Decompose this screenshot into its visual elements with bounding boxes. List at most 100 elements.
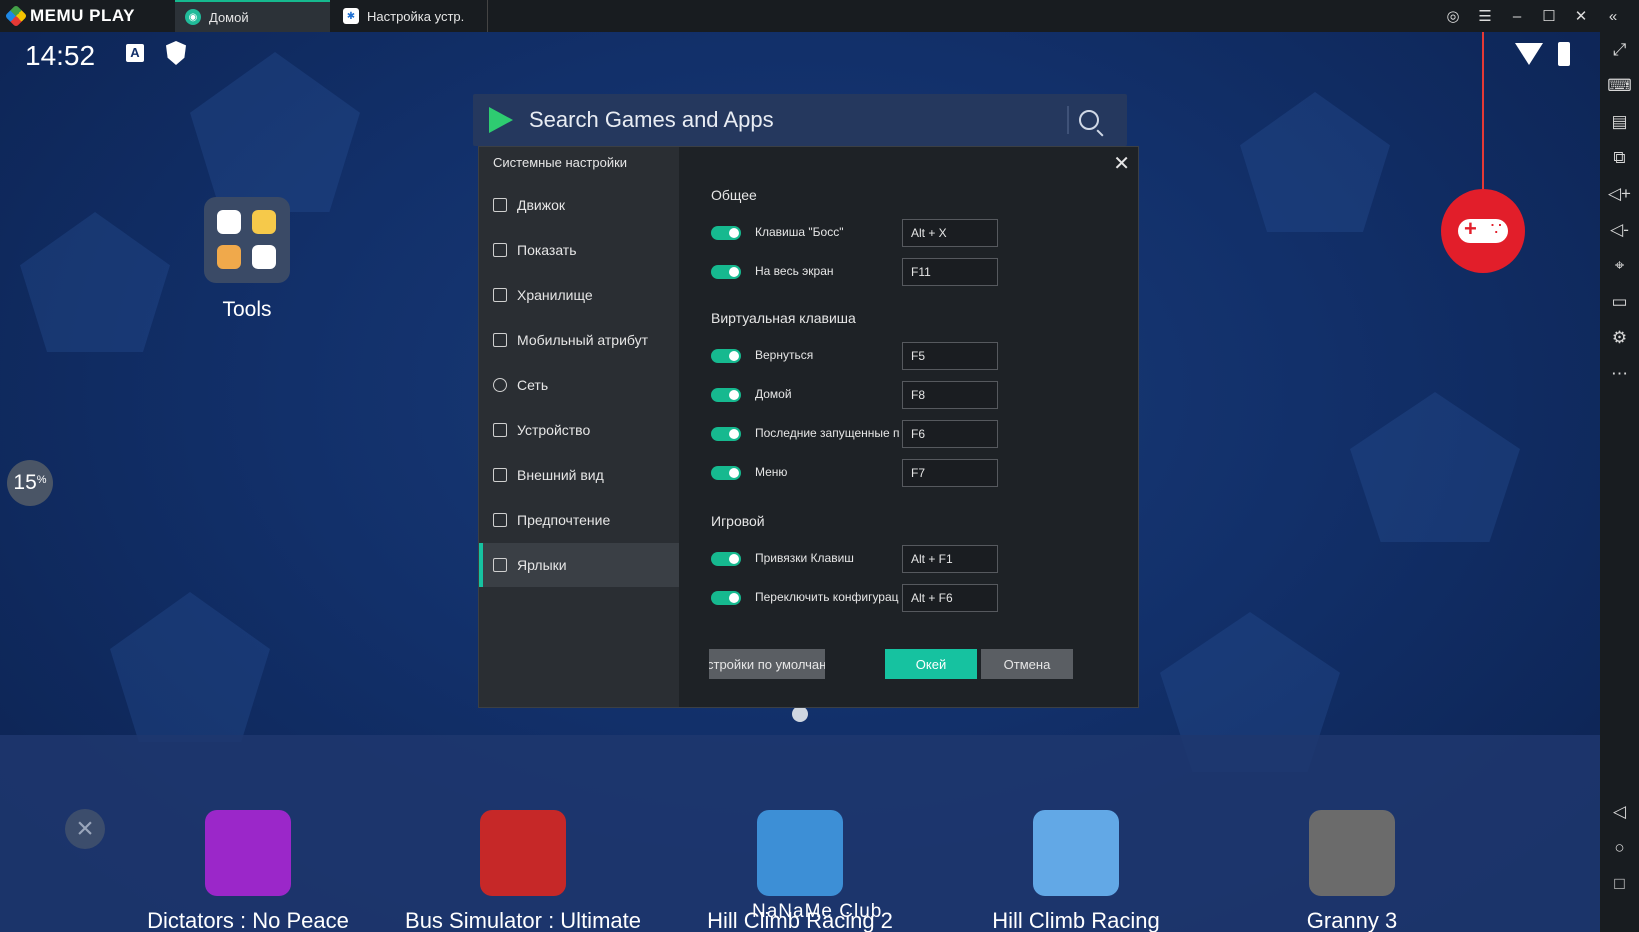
section-title-virtual-keys: Виртуальная клавиша [711, 310, 856, 326]
shortcut-row-home: Домой [711, 381, 1011, 409]
app-bus-simulator[interactable]: Bus Simulator : Ultimate [393, 810, 653, 932]
nav-label: Хранилище [517, 287, 593, 303]
app-label: Dictators : No Peace [147, 908, 349, 932]
toggle-switch[interactable] [711, 552, 741, 566]
account-icon[interactable]: ◎ [1437, 7, 1469, 25]
tab-home[interactable]: ◉ Домой [175, 0, 330, 32]
nav-label: Предпочтение [517, 512, 611, 528]
status-time: 14:52 [25, 40, 96, 71]
shortcut-input[interactable] [902, 381, 998, 409]
tag-icon [493, 333, 507, 347]
bg-shape [1240, 92, 1390, 232]
shortcut-input[interactable] [902, 219, 998, 247]
restore-defaults-button[interactable]: стройки по умолчани [709, 649, 825, 679]
tab-settings[interactable]: ✱ Настройка устр. [333, 0, 488, 32]
folder-icon[interactable]: ▭ [1600, 292, 1639, 312]
shortcut-label: На весь экран [755, 264, 834, 278]
multi-window-icon[interactable]: ⧉ [1600, 148, 1639, 168]
keyboard-icon[interactable]: ⌨ [1600, 76, 1639, 96]
shortcut-label: Привязки Клавиш [755, 551, 854, 565]
nav-item-network[interactable]: Сеть [479, 363, 679, 407]
gamepad-button[interactable] [1441, 189, 1525, 273]
shortcut-row-recents: Последние запущенные пр [711, 420, 1011, 448]
shortcut-input[interactable] [902, 420, 998, 448]
section-title-game: Игровой [711, 513, 765, 529]
ok-button[interactable]: Окей [885, 649, 977, 679]
shortcut-row-switch-config: Переключить конфигурац [711, 584, 1011, 612]
right-toolbar: ⤢ ⌨ ▤ ⧉ ◁+ ◁- ⌖ ▭ ⚙ ⋯ ◁ ○ □ [1600, 32, 1639, 932]
nav-item-preferences[interactable]: Предпочтение [479, 498, 679, 542]
nav-item-display[interactable]: Показать [479, 228, 679, 272]
granny-3-app-icon [1309, 810, 1395, 896]
location-icon[interactable]: ⌖ [1600, 256, 1639, 276]
toggle-switch[interactable] [711, 427, 741, 441]
progress-unit: % [36, 474, 47, 486]
home-icon[interactable]: ○ [1600, 838, 1639, 858]
settings-nav: Системные настройки Движок Показать Хран… [479, 147, 679, 707]
app-granny-3[interactable]: Granny 3 [1222, 810, 1482, 932]
fullscreen-icon[interactable]: ⤢ [1600, 40, 1639, 60]
apk-icon[interactable]: ▤ [1600, 112, 1639, 132]
gear-icon[interactable]: ⚙ [1600, 328, 1639, 348]
progress-indicator[interactable]: 15% [7, 460, 53, 506]
dock-close-icon[interactable]: × [65, 809, 105, 849]
shortcut-label: Последние запущенные пр [755, 426, 899, 440]
nav-item-mobile-attribute[interactable]: Мобильный атрибут [479, 318, 679, 362]
nav-label: Устройство [517, 422, 591, 438]
shortcuts-panel: Общее Клавиша "Босс" На весь экран Вирту… [679, 147, 1138, 617]
battery-icon [1558, 42, 1570, 66]
minimize-icon[interactable]: – [1501, 8, 1533, 25]
home-tab-icon: ◉ [185, 9, 201, 25]
dictators-app-icon [205, 810, 291, 896]
memu-logo: MEMU PLAY [4, 4, 135, 28]
nav-label: Показать [517, 242, 577, 258]
nav-item-shortcuts[interactable]: Ярлыки [479, 543, 679, 587]
app-dictators[interactable]: Dictators : No Peace [118, 810, 378, 932]
shortcut-label: Переключить конфигурац [755, 590, 899, 604]
window-controls: ◎ ☰ – ☐ ✕ « [1437, 0, 1629, 32]
tab-settings-label: Настройка устр. [367, 8, 465, 24]
bus-simulator-app-icon [480, 810, 566, 896]
cancel-button[interactable]: Отмена [981, 649, 1073, 679]
shortcut-label: Клавиша "Босс" [755, 225, 844, 239]
back-icon[interactable]: ◁ [1600, 802, 1639, 822]
search-bar[interactable]: Search Games and Apps [473, 94, 1127, 146]
shortcut-input[interactable] [902, 459, 998, 487]
toggle-switch[interactable] [711, 591, 741, 605]
nav-item-device[interactable]: Устройство [479, 408, 679, 452]
shortcut-input[interactable] [902, 584, 998, 612]
toggle-switch[interactable] [711, 388, 741, 402]
collapse-icon[interactable]: « [1597, 8, 1629, 25]
recents-icon[interactable]: □ [1600, 874, 1639, 894]
nav-item-appearance[interactable]: Внешний вид [479, 453, 679, 497]
folder-icon [217, 245, 241, 269]
memu-logo-icon [4, 4, 28, 28]
toggle-switch[interactable] [711, 265, 741, 279]
tab-home-label: Домой [209, 9, 249, 25]
search-icon[interactable] [1079, 110, 1099, 130]
settings-tab-icon: ✱ [343, 8, 359, 24]
shortcut-input[interactable] [902, 342, 998, 370]
shortcut-label: Домой [755, 387, 792, 401]
tools-label: Tools [222, 298, 272, 321]
tools-folder[interactable] [204, 197, 290, 283]
search-placeholder[interactable]: Search Games and Apps [529, 107, 1067, 133]
shortcut-input[interactable] [902, 258, 998, 286]
toggle-switch[interactable] [711, 466, 741, 480]
more-icon[interactable]: ⋯ [1600, 364, 1639, 384]
maximize-icon[interactable]: ☐ [1533, 7, 1565, 25]
toggle-switch[interactable] [711, 226, 741, 240]
volume-up-icon[interactable]: ◁+ [1600, 184, 1639, 204]
play-store-icon [489, 107, 513, 133]
app-hill-climb[interactable]: Hill Climb Racing [946, 810, 1206, 932]
menu-icon[interactable]: ☰ [1469, 7, 1501, 25]
chrome-icon [252, 245, 276, 269]
nav-item-engine[interactable]: Движок [479, 183, 679, 227]
nav-item-storage[interactable]: Хранилище [479, 273, 679, 317]
page-indicator [792, 706, 808, 722]
shortcut-input[interactable] [902, 545, 998, 573]
volume-down-icon[interactable]: ◁- [1600, 220, 1639, 240]
close-icon[interactable]: ✕ [1565, 7, 1597, 25]
monitor-icon [493, 243, 507, 257]
toggle-switch[interactable] [711, 349, 741, 363]
